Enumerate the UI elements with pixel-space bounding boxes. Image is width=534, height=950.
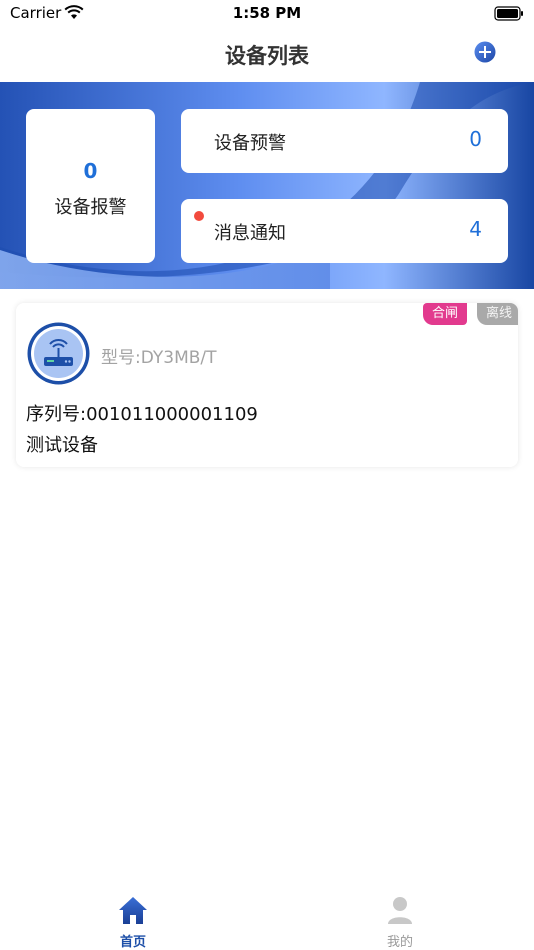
- switch-state-badge: 合闸: [423, 303, 467, 325]
- unread-dot: [194, 211, 204, 221]
- device-serial: 序列号:001011000001109: [26, 404, 258, 425]
- notice-label: 消息通知: [214, 223, 286, 244]
- tab-bar: 首页 我的: [0, 890, 534, 950]
- home-icon: [118, 895, 148, 929]
- status-bar: Carrier 1:58 PM: [0, 0, 534, 28]
- navigation-bar: 设备列表: [0, 28, 534, 82]
- device-card[interactable]: 合闸 离线 型号:DY3MB/T 序列号:001011000001109 测试设…: [16, 303, 518, 467]
- warning-count: 0: [469, 127, 482, 151]
- device-avatar: [26, 321, 91, 390]
- tab-mine-label: 我的: [386, 935, 413, 950]
- tab-home[interactable]: 首页: [73, 890, 193, 950]
- page-title: 设备列表: [225, 44, 309, 68]
- summary-banner: 0 设备报警 设备预警 0 消息通知 4: [0, 82, 534, 289]
- router-icon: [27, 322, 90, 385]
- warning-label: 设备预警: [214, 133, 286, 154]
- message-notice-card[interactable]: 消息通知 4: [181, 199, 508, 263]
- tab-home-label: 首页: [119, 935, 146, 950]
- online-status-badge: 离线: [477, 303, 518, 325]
- clock: 1:58 PM: [232, 4, 302, 22]
- notice-count: 4: [469, 217, 482, 241]
- alarm-label: 设备报警: [54, 197, 127, 218]
- user-icon: [385, 895, 415, 929]
- device-warning-card[interactable]: 设备预警 0: [181, 109, 508, 173]
- device-name: 测试设备: [26, 435, 98, 456]
- alarm-count: 0: [83, 159, 98, 183]
- add-device-button[interactable]: [474, 41, 496, 63]
- battery-icon: [494, 6, 524, 25]
- plus-circle-icon: [474, 41, 496, 63]
- device-alarm-card[interactable]: 0 设备报警: [26, 109, 155, 263]
- device-model: 型号:DY3MB/T: [101, 348, 217, 368]
- tab-mine[interactable]: 我的: [340, 890, 460, 950]
